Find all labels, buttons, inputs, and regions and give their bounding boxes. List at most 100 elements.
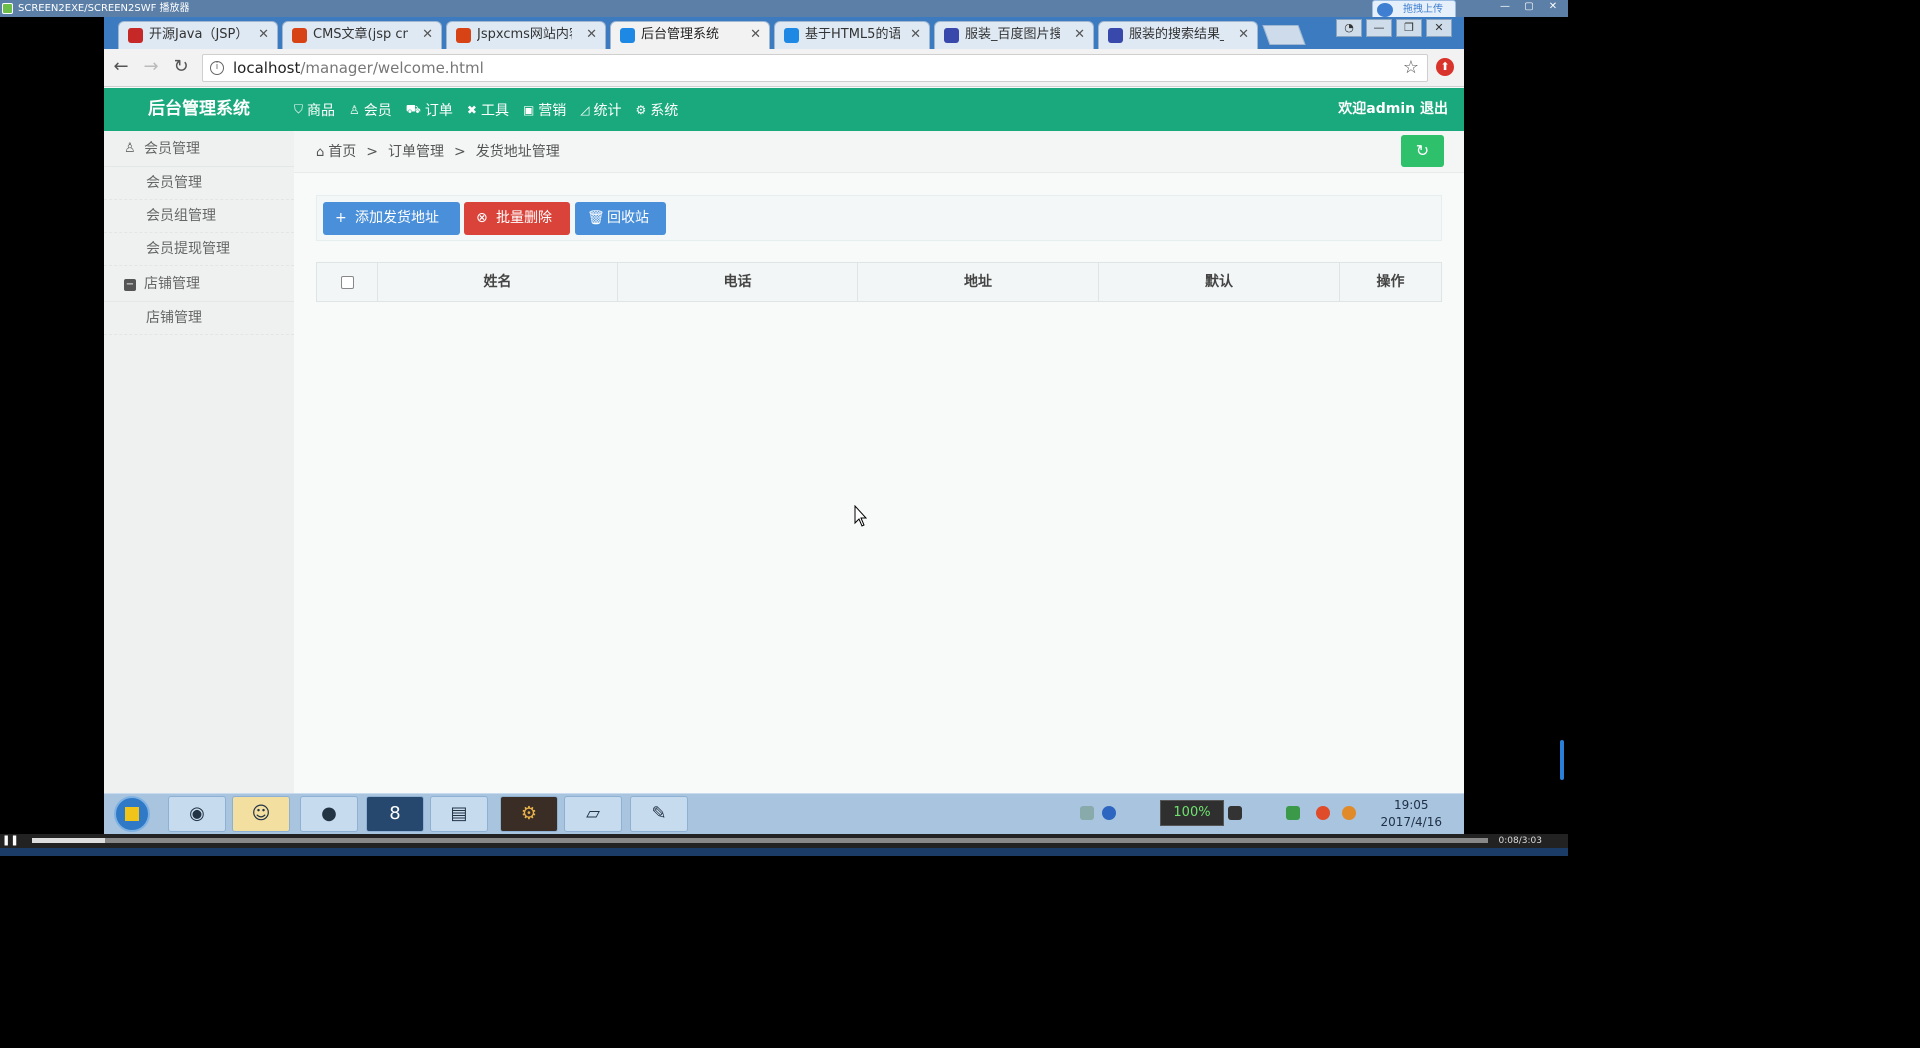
- maximize-icon[interactable]: ▢: [1518, 0, 1540, 14]
- breadcrumb-order-manage[interactable]: 订单管理: [388, 131, 444, 174]
- playback-progress-bar[interactable]: [32, 838, 1488, 843]
- clock-time: 19:05: [1393, 798, 1429, 812]
- back-arrow-icon[interactable]: ←: [110, 57, 132, 79]
- tab-close-icon[interactable]: ✕: [750, 22, 761, 48]
- column-header-address[interactable]: 地址: [858, 263, 1099, 301]
- start-button[interactable]: [114, 796, 150, 832]
- tab-strip: 开源Java（JSP） ✕ CMS文章(jsp cm ✕ Jspxcms网站内容…: [104, 17, 1464, 49]
- paw-icon: [944, 28, 959, 43]
- nav-item-goods[interactable]: ⛉ 商品: [294, 100, 335, 120]
- tab-label: 后台管理系统: [641, 27, 720, 42]
- sidebar-group-members[interactable]: ♙ 会员管理: [104, 131, 294, 167]
- nav-item-tools[interactable]: ✖ 工具: [467, 100, 509, 120]
- reload-icon[interactable]: ↻: [170, 57, 192, 79]
- sidebar-group-label: 店铺管理: [144, 276, 200, 292]
- tab-close-icon[interactable]: ✕: [258, 22, 269, 48]
- trash-icon: 🗑: [587, 210, 605, 226]
- nav-item-members[interactable]: ♙ 会员: [349, 100, 392, 120]
- nav-label: 工具: [480, 102, 509, 119]
- power-plug-icon[interactable]: [1228, 806, 1242, 820]
- extension-icon[interactable]: ⬆: [1436, 58, 1454, 76]
- qq-tray-icon[interactable]: [1316, 806, 1330, 820]
- close-icon[interactable]: ✕: [1426, 19, 1452, 37]
- browser-tab-4-active[interactable]: 后台管理系统 ✕: [610, 21, 770, 49]
- sidebar-item-member-manage[interactable]: 会员管理: [104, 167, 294, 200]
- profile-icon[interactable]: ◔: [1336, 19, 1362, 37]
- help-icon[interactable]: [1102, 806, 1116, 820]
- tab-label: 开源Java（JSP）: [149, 27, 244, 42]
- nav-label: 订单: [424, 102, 453, 119]
- gift-icon: ▣: [522, 102, 535, 117]
- restore-icon[interactable]: ❐: [1396, 19, 1422, 37]
- breadcrumb-bar: ⌂ 首页 > 订单管理 > 发货地址管理 ↻: [294, 131, 1464, 173]
- side-scroll-indicator[interactable]: [1560, 740, 1564, 780]
- tab-label: CMS文章(jsp cm: [313, 27, 408, 42]
- chrome-taskbar-icon[interactable]: ◉: [168, 796, 226, 832]
- info-icon[interactable]: i: [210, 61, 224, 75]
- minimize-icon[interactable]: —: [1494, 0, 1516, 14]
- eight-app-taskbar-icon[interactable]: 8: [366, 796, 424, 832]
- qq-tray-icon-2[interactable]: [1342, 806, 1356, 820]
- java-ee-ide-taskbar-icon[interactable]: ⚙: [500, 796, 558, 832]
- breadcrumb-home-label: 首页: [328, 144, 357, 160]
- breadcrumb-home[interactable]: ⌂ 首页: [316, 131, 356, 174]
- bag-icon: ⛉: [294, 102, 304, 116]
- tab-close-icon[interactable]: ✕: [1238, 22, 1249, 48]
- tab-label: Jspxcms网站内容: [477, 27, 572, 42]
- breadcrumb-current: 发货地址管理: [475, 144, 560, 160]
- browser-tab-3[interactable]: Jspxcms网站内容 ✕: [446, 21, 606, 49]
- recorder-taskbar-icon[interactable]: ☺: [232, 796, 290, 832]
- app-brand[interactable]: 后台管理系统: [148, 88, 250, 131]
- nav-item-marketing[interactable]: ▣ 营销: [523, 100, 566, 120]
- battery-indicator[interactable]: 100%: [1160, 800, 1224, 826]
- browser-tab-7[interactable]: 服装的搜索结果_ ✕: [1098, 21, 1258, 49]
- select-all-cell: [317, 263, 378, 301]
- browser-window-controls: ◔ — ❐ ✕: [1336, 19, 1452, 37]
- bookmark-star-icon[interactable]: ☆: [1403, 55, 1419, 81]
- tab-close-icon[interactable]: ✕: [1074, 22, 1085, 48]
- batch-delete-button[interactable]: ⊗ 批量删除: [464, 202, 570, 235]
- nav-item-orders[interactable]: ⛟ 订单: [406, 100, 453, 120]
- paw-icon: [1108, 28, 1123, 43]
- tab-close-icon[interactable]: ✕: [422, 22, 433, 48]
- tab-close-icon[interactable]: ✕: [910, 22, 921, 48]
- column-header-name[interactable]: 姓名: [378, 263, 618, 301]
- new-tab-button[interactable]: [1262, 25, 1306, 45]
- file-explorer-taskbar-icon[interactable]: ▤: [430, 796, 488, 832]
- address-bar[interactable]: i localhost/manager/welcome.html ☆: [202, 54, 1428, 82]
- nav-item-system[interactable]: ⚙ 系统: [636, 100, 679, 120]
- tab-close-icon[interactable]: ✕: [586, 22, 597, 48]
- browser-tab-1[interactable]: 开源Java（JSP） ✕: [118, 21, 278, 49]
- forward-arrow-icon[interactable]: →: [140, 57, 162, 79]
- url-path: /manager/welcome.html: [300, 59, 484, 77]
- browser-tab-6[interactable]: 服装_百度图片搜 ✕: [934, 21, 1094, 49]
- add-address-button[interactable]: + 添加发货地址: [323, 202, 460, 235]
- qq-taskbar-icon[interactable]: ●: [300, 796, 358, 832]
- nav-item-stats[interactable]: ◿ 统计: [580, 100, 621, 120]
- notepad-taskbar-icon[interactable]: ▱: [564, 796, 622, 832]
- sidebar: ♙ 会员管理 会员管理 会员组管理 会员提现管理 − 店铺管理 店铺管理: [104, 131, 294, 793]
- column-header-phone[interactable]: 电话: [618, 263, 858, 301]
- nav-label: 会员: [363, 102, 392, 119]
- pause-icon[interactable]: ❚❚: [2, 835, 19, 846]
- minimize-icon[interactable]: —: [1366, 19, 1392, 37]
- system-clock[interactable]: 19:05 2017/4/16: [1380, 797, 1442, 831]
- sidebar-group-shops[interactable]: − 店铺管理: [104, 266, 294, 302]
- user-greeting-logout[interactable]: 欢迎admin 退出: [1338, 88, 1448, 131]
- sidebar-item-shop-manage[interactable]: 店铺管理: [104, 302, 294, 335]
- close-icon[interactable]: ✕: [1542, 0, 1564, 14]
- column-header-default[interactable]: 默认: [1099, 263, 1340, 301]
- select-all-checkbox[interactable]: [340, 275, 354, 289]
- sidebar-item-member-withdraw[interactable]: 会员提现管理: [104, 233, 294, 266]
- recycle-bin-button[interactable]: 🗑 回收站: [575, 202, 666, 235]
- editor-taskbar-icon[interactable]: ✎: [630, 796, 688, 832]
- security-shield-icon[interactable]: [1286, 806, 1300, 820]
- app-header: 后台管理系统 ⛉ 商品 ♙ 会员 ⛟ 订单 ✖ 工具 ▣ 营销 ◿ 统计 ⚙ 系统 欢迎adm…: [104, 88, 1464, 131]
- browser-tab-5[interactable]: 基于HTML5的语 ✕: [774, 21, 930, 49]
- main-content: ⌂ 首页 > 订单管理 > 发货地址管理 ↻ + 添加发货地址 ⊗ 批量删除 🗑 …: [294, 131, 1464, 793]
- keyboard-icon[interactable]: [1080, 806, 1094, 820]
- nav-label: 营销: [538, 102, 567, 119]
- browser-tab-2[interactable]: CMS文章(jsp cm ✕: [282, 21, 442, 49]
- refresh-button[interactable]: ↻: [1401, 135, 1444, 167]
- sidebar-item-member-group[interactable]: 会员组管理: [104, 200, 294, 233]
